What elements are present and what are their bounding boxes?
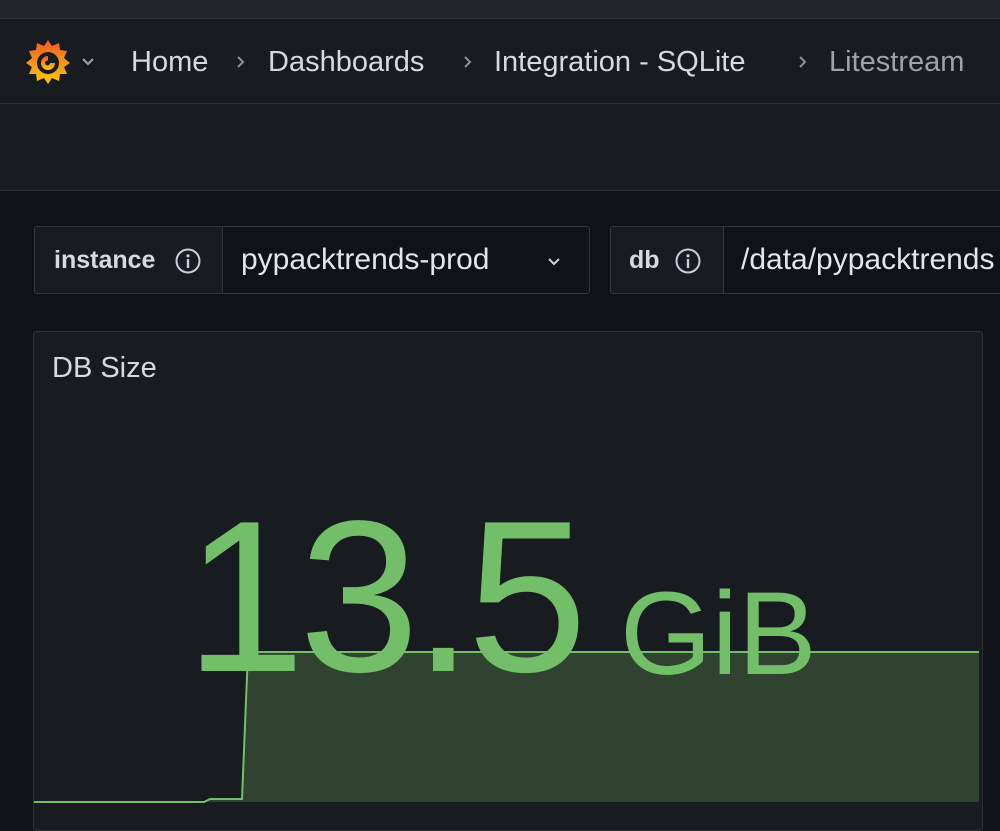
variable-instance: instance pypacktrends-prod: [34, 226, 590, 294]
dashboard-toolbar: [0, 104, 1000, 191]
window-top-strip: [0, 0, 1000, 18]
variable-instance-select[interactable]: pypacktrends-prod: [241, 227, 489, 293]
top-nav-bar: Home Dashboards Integration - SQLite Lit…: [0, 18, 1000, 104]
variable-label-text: instance: [54, 246, 156, 274]
grafana-logo-icon[interactable]: [22, 36, 74, 88]
variable-db: db /data/pypacktrends: [610, 226, 1000, 294]
chevron-right-icon: [799, 56, 807, 68]
chevron-right-icon: [237, 56, 245, 68]
variable-label-text: db: [629, 246, 660, 274]
info-icon[interactable]: [674, 247, 702, 275]
info-icon[interactable]: [174, 247, 202, 275]
breadcrumb-home[interactable]: Home: [131, 42, 208, 82]
stat-value: 13.5: [185, 475, 587, 717]
variable-db-select[interactable]: /data/pypacktrends: [741, 227, 995, 293]
breadcrumb-integration-sqlite[interactable]: Integration - SQLite: [494, 42, 745, 82]
chevron-right-icon: [464, 56, 472, 68]
chevron-down-icon[interactable]: [545, 252, 563, 270]
breadcrumb-dashboards[interactable]: Dashboards: [268, 42, 424, 82]
variable-db-label: db: [611, 227, 724, 293]
panel-title: DB Size: [52, 352, 157, 384]
breadcrumb-litestream: Litestream: [829, 46, 965, 78]
chevron-down-icon[interactable]: [80, 53, 96, 69]
panel-gutter: [990, 331, 1000, 818]
stat-unit: GiB: [620, 568, 817, 700]
variable-instance-label: instance: [35, 227, 223, 293]
